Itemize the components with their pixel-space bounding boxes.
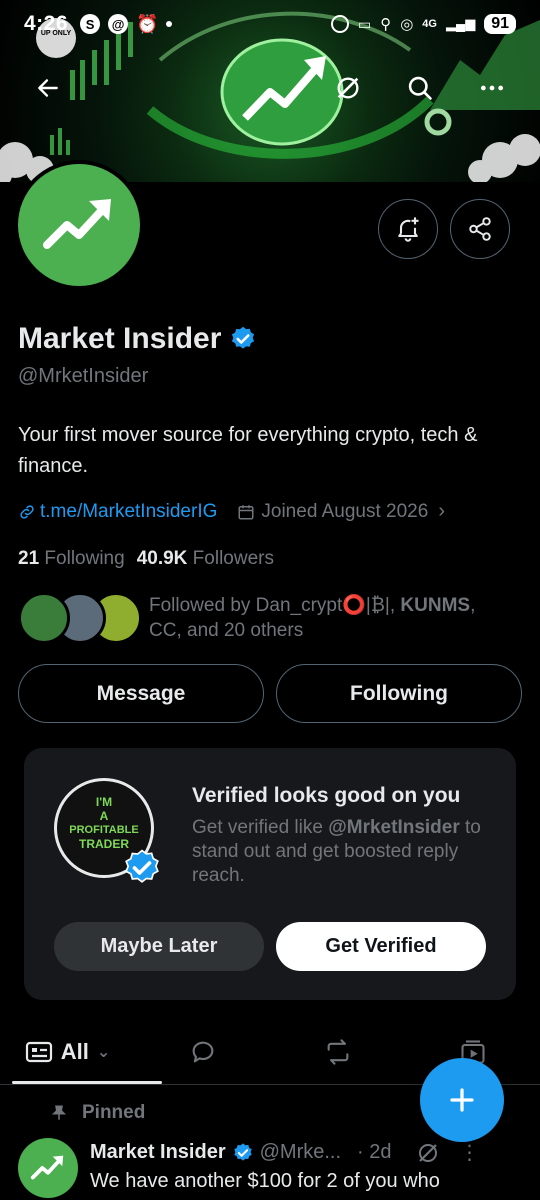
more-options-button[interactable] (470, 66, 514, 110)
profile-avatar[interactable] (14, 160, 144, 290)
verified-badge-icon[interactable] (229, 325, 257, 353)
following-label: Following (44, 548, 125, 569)
following-button[interactable]: Following (276, 664, 522, 723)
chevron-right-icon[interactable]: › (438, 500, 445, 523)
avatar-image (18, 164, 140, 286)
bell-plus-icon (398, 217, 419, 242)
verified-badge-icon (233, 1142, 252, 1161)
signal-icon: ▂▄▆ (445, 16, 476, 31)
grok-button[interactable] (326, 66, 370, 110)
followers-count: 40.9K (136, 548, 188, 569)
plus-icon (450, 1088, 474, 1112)
get-verified-button[interactable]: Get Verified (276, 922, 486, 971)
promo-body-handle: @MrketInsider (328, 817, 460, 838)
notify-button[interactable] (378, 199, 438, 259)
message-button[interactable]: Message (18, 664, 264, 723)
follower-avatars (18, 592, 143, 644)
profile-joined: Joined August 2026 (237, 501, 428, 523)
pinned-label: Pinned (50, 1102, 145, 1124)
maybe-later-button[interactable]: Maybe Later (54, 922, 264, 971)
verified-badge-icon (125, 849, 159, 883)
share-icon (469, 217, 491, 241)
more-dots-icon (480, 85, 504, 91)
repost-icon (327, 1039, 348, 1065)
followed-by-text: Followed by Dan_crypt⭕|₿|, KUNMS, CC, an… (149, 593, 509, 643)
hotspot-icon: ◎ (400, 16, 414, 33)
followers-label: Followers (192, 548, 274, 569)
status-time: 4:26 (24, 12, 69, 35)
followed-by-bold: KUNMS (400, 595, 471, 616)
chevron-down-icon: ⌄ (96, 1044, 111, 1061)
profile-name: Market Insider (18, 322, 222, 355)
promo-image-text-2: A (99, 809, 109, 823)
profile-name-row: Market Insider (18, 322, 257, 356)
dnd-icon (330, 15, 349, 33)
profile-joined-text: Joined August 2026 (261, 500, 429, 522)
tweet-time: · 2d (357, 1141, 392, 1163)
tab-replies[interactable] (135, 1020, 270, 1084)
promo-image-text-1: I'M (95, 795, 113, 809)
back-button[interactable] (26, 66, 70, 110)
profile-link[interactable]: t.me/MarketInsiderIG (18, 501, 217, 523)
follower-avatar (18, 592, 70, 644)
app-s-icon: S (80, 14, 101, 34)
tweet-text[interactable]: We have another $100 for 2 of you who (90, 1170, 440, 1193)
pin-icon (51, 1105, 67, 1120)
location-icon: ⚲ (380, 16, 392, 33)
promo-image-text-3: PROFITABLE (69, 824, 139, 836)
status-bar: 4:26 S @ ⏰ ▭ ⚲ ◎ 4G ▂▄▆ 91 (0, 0, 540, 48)
promo-title: Verified looks good on you (192, 784, 461, 807)
tweet-avatar[interactable] (18, 1138, 78, 1198)
grok-icon (337, 77, 359, 99)
link-icon (20, 504, 34, 519)
profile-handle: @MrketInsider (18, 365, 149, 387)
promo-body: Get verified like @MrketInsider to stand… (192, 816, 502, 888)
reply-icon (192, 1041, 213, 1063)
calendar-icon (238, 504, 254, 519)
pinned-text: Pinned (82, 1102, 146, 1123)
tab-reposts[interactable] (270, 1020, 405, 1084)
profile-bio: Your first mover source for everything c… (18, 424, 478, 477)
threads-icon: @ (108, 14, 129, 34)
promo-body-prefix: Get verified like (192, 817, 329, 838)
followed-by-prefix: Followed by Dan_crypt⭕|₿|, (149, 595, 401, 616)
tweet-header: Market Insider @Mrke... · 2d ⋮ (90, 1140, 480, 1165)
search-icon (408, 76, 432, 100)
compose-button[interactable] (420, 1058, 504, 1142)
followed-by-row[interactable]: Followed by Dan_crypt⭕|₿|, KUNMS, CC, an… (18, 592, 509, 644)
following-count: 21 (18, 548, 40, 569)
search-button[interactable] (398, 66, 442, 110)
profile-link-text: t.me/MarketInsiderIG (40, 500, 218, 522)
grok-icon[interactable] (416, 1141, 440, 1165)
tab-all[interactable]: All ⌄ (0, 1020, 135, 1084)
back-arrow-icon (38, 79, 58, 97)
trend-arrow-icon (30, 1155, 64, 1180)
tweet-more-icon[interactable]: ⋮ (460, 1140, 480, 1165)
alarm-icon: ⏰ (136, 13, 159, 34)
share-button[interactable] (450, 199, 510, 259)
trend-arrow-icon (43, 199, 111, 249)
battery-level: 91 (484, 14, 516, 34)
followers-stat[interactable]: 40.9K Followers (137, 548, 274, 570)
tweet-author-handle: @Mrke... (259, 1141, 342, 1163)
profile-meta: t.me/MarketInsiderIG Joined August 2026 … (18, 500, 445, 523)
follow-stats: 21 Following 40.9K Followers (18, 548, 274, 570)
verified-promo-card: I'M A PROFITABLE TRADER Verified looks g… (24, 748, 516, 1000)
following-stat[interactable]: 21 Following (18, 548, 125, 570)
network-type: 4G (422, 18, 437, 30)
sleep-icon: ▭ (357, 15, 372, 32)
notification-dot-icon (166, 21, 173, 27)
tab-all-label: All (60, 1039, 89, 1064)
tweet-author-name[interactable]: Market Insider (90, 1141, 226, 1164)
feed-filter-icon (25, 1041, 52, 1063)
